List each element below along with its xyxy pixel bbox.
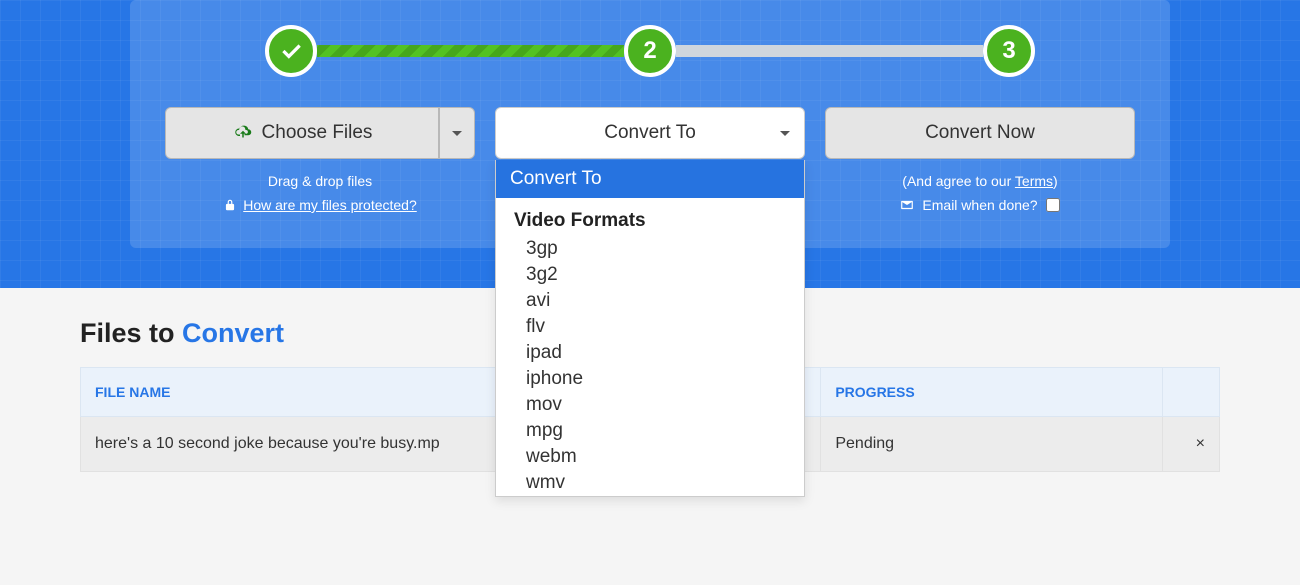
step-2-bubble: 2 xyxy=(624,25,676,77)
dropdown-option[interactable]: mpg xyxy=(496,418,804,444)
choose-files-column: Choose Files Drag & drop files How are m… xyxy=(165,107,475,213)
dropdown-option[interactable]: wmv xyxy=(496,470,804,496)
choose-files-button[interactable]: Choose Files xyxy=(165,107,439,159)
step-indicator: 2 3 xyxy=(265,25,1035,77)
drag-drop-hint: Drag & drop files xyxy=(268,173,372,189)
files-protected-link[interactable]: How are my files protected? xyxy=(243,197,417,213)
connector-1-2 xyxy=(317,45,624,57)
remove-file-button[interactable]: × xyxy=(1163,417,1220,472)
dropdown-header: Convert To xyxy=(496,160,804,198)
choose-files-caret[interactable] xyxy=(439,107,475,159)
col-actions xyxy=(1163,368,1220,417)
choose-files-split: Choose Files xyxy=(165,107,475,159)
terms-link[interactable]: Terms xyxy=(1015,173,1053,189)
convert-to-label: Convert To xyxy=(604,122,696,144)
lock-icon xyxy=(223,198,237,212)
dropdown-option[interactable]: avi xyxy=(496,288,804,314)
upload-cloud-icon xyxy=(232,124,254,142)
dropdown-group-video: Video Formats xyxy=(496,198,804,236)
col-progress: PROGRESS xyxy=(821,368,1163,417)
dropdown-option[interactable]: mov xyxy=(496,392,804,418)
convert-now-column: Convert Now (And agree to our Terms) Ema… xyxy=(825,107,1135,213)
email-when-done-label: Email when done? xyxy=(922,197,1037,213)
dropdown-option[interactable]: iphone xyxy=(496,366,804,392)
check-icon xyxy=(278,38,304,64)
agree-line: (And agree to our Terms) xyxy=(902,173,1057,189)
dropdown-option[interactable]: 3g2 xyxy=(496,262,804,288)
caret-down-icon xyxy=(452,131,462,136)
convert-now-button[interactable]: Convert Now xyxy=(825,107,1135,159)
upload-panel: 2 3 Choose Files xyxy=(130,0,1170,248)
step-3-bubble: 3 xyxy=(983,25,1035,77)
dropdown-option[interactable]: flv xyxy=(496,314,804,340)
cell-progress: Pending xyxy=(821,417,1163,472)
convert-to-button[interactable]: Convert To xyxy=(495,107,805,159)
dropdown-option[interactable]: webm xyxy=(496,444,804,470)
email-when-done-checkbox[interactable] xyxy=(1046,198,1060,212)
convert-now-label: Convert Now xyxy=(925,122,1035,144)
convert-to-column: Convert To Convert To Video Formats 3gp … xyxy=(495,107,805,213)
dropdown-option[interactable]: ipad xyxy=(496,340,804,366)
mail-icon xyxy=(900,198,914,212)
caret-down-icon xyxy=(780,131,790,136)
step-1-bubble xyxy=(265,25,317,77)
convert-to-dropdown[interactable]: Convert To Video Formats 3gp 3g2 avi flv… xyxy=(495,160,805,497)
dropdown-option[interactable]: 3gp xyxy=(496,236,804,262)
connector-2-3 xyxy=(676,45,983,57)
choose-files-label: Choose Files xyxy=(262,122,373,144)
